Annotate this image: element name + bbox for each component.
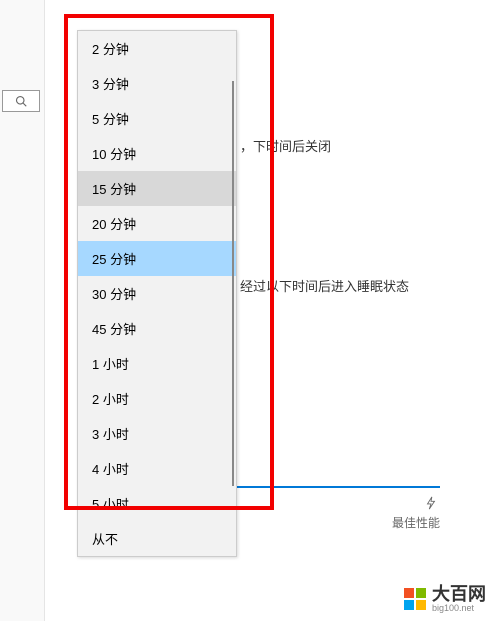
logo-icon: [404, 588, 426, 610]
dropdown-item[interactable]: 2 小时: [78, 381, 236, 416]
dropdown-item[interactable]: 45 分钟: [78, 311, 236, 346]
dropdown-item[interactable]: 10 分钟: [78, 136, 236, 171]
search-icon: [15, 95, 27, 107]
screen-off-label: ，下时间后关闭: [240, 136, 331, 155]
sleep-label: 经过以下时间后进入睡眠状态: [240, 276, 409, 295]
dropdown-item[interactable]: 20 分钟: [78, 206, 236, 241]
watermark-logo: 大百网 big100.net: [404, 585, 486, 613]
dropdown-item[interactable]: 1 小时: [78, 346, 236, 381]
dropdown-item[interactable]: 2 分钟: [78, 31, 236, 66]
dropdown-item[interactable]: 5 小时: [78, 486, 236, 521]
content-area: ，下时间后关闭 经过以下时间后进入睡眠状态 2 分钟3 分钟5 分钟10 分钟1…: [45, 0, 500, 621]
logo-text-sub: big100.net: [432, 604, 486, 613]
dropdown-item[interactable]: 3 分钟: [78, 66, 236, 101]
dropdown-item[interactable]: 15 分钟: [78, 171, 236, 206]
dropdown-item[interactable]: 4 小时: [78, 451, 236, 486]
time-dropdown-list[interactable]: 2 分钟3 分钟5 分钟10 分钟15 分钟20 分钟25 分钟30 分钟45 …: [77, 30, 237, 557]
dropdown-item[interactable]: 5 分钟: [78, 101, 236, 136]
search-input[interactable]: [2, 90, 40, 112]
slider-label-performance: 最佳性能: [392, 514, 440, 531]
left-nav-panel: [0, 0, 45, 621]
dropdown-item[interactable]: 30 分钟: [78, 276, 236, 311]
lightning-icon: [424, 496, 438, 510]
scrollbar-thumb[interactable]: [232, 81, 234, 486]
logo-text-main: 大百网: [432, 585, 486, 603]
dropdown-item[interactable]: 25 分钟: [78, 241, 236, 276]
dropdown-item[interactable]: 从不: [78, 521, 236, 556]
dropdown-item[interactable]: 3 小时: [78, 416, 236, 451]
